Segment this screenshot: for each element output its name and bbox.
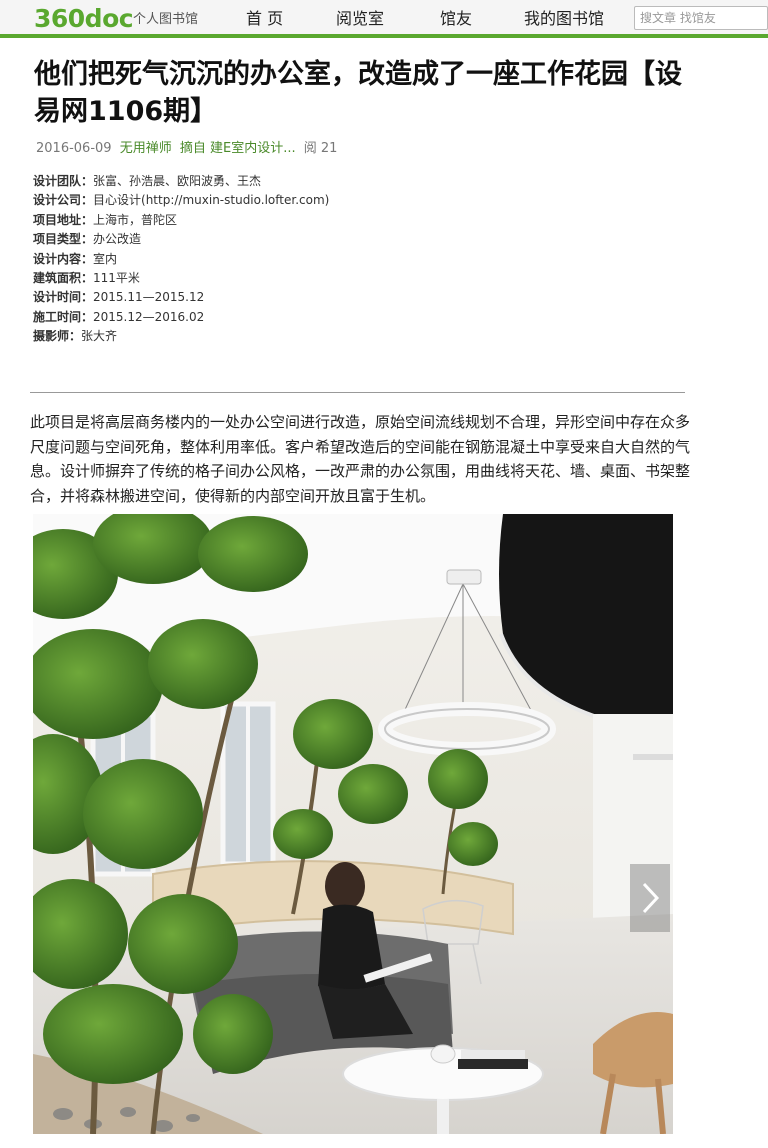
article-paragraph: 此项目是将高层商务楼内的一处办公空间进行改造，原始空间流线规划不合理，异形空间中…: [30, 413, 691, 505]
top-navigation-bar: 360doc 个人图书馆 首 页 阅览室 馆友 我的图书馆: [0, 0, 768, 38]
info-label: 设计公司：: [33, 193, 94, 208]
site-logo[interactable]: 360doc: [34, 5, 134, 33]
nav-my-library[interactable]: 我的图书馆: [524, 9, 604, 29]
article-photo: [33, 514, 673, 1134]
info-row: 施工时间：2015.12—2016.02: [33, 308, 633, 327]
info-row: 摄影师：张大齐: [33, 327, 633, 346]
section-divider: [30, 392, 685, 393]
nav-friends[interactable]: 馆友: [440, 9, 472, 29]
info-value: 2015.12—2016.02: [93, 309, 205, 324]
info-row: 设计团队：张富、孙浩晨、欧阳波勇、王杰: [33, 172, 633, 191]
nav-reading-room[interactable]: 阅览室: [336, 9, 384, 29]
info-row: 项目地址：上海市，普陀区: [33, 211, 633, 230]
info-label: 设计团队：: [33, 174, 94, 188]
search-input[interactable]: [634, 6, 768, 30]
info-label: 摄影师：: [33, 329, 82, 344]
article-date: 2016-06-09: [36, 141, 112, 156]
info-value: 目心设计(http://muxin-studio.lofter.com): [93, 193, 330, 208]
site-logo-subtitle[interactable]: 个人图书馆: [133, 12, 198, 28]
info-value: 张富、孙浩晨、欧阳波勇、王杰: [93, 174, 262, 188]
info-row: 设计公司：目心设计(http://muxin-studio.lofter.com…: [33, 191, 633, 210]
info-label: 设计内容：: [33, 251, 94, 266]
chevron-right-icon: [642, 882, 660, 914]
info-label: 项目类型：: [33, 232, 94, 247]
article-source-link[interactable]: 摘自 建E室内设计...: [180, 141, 296, 156]
article-author-link[interactable]: 无用禅师: [120, 141, 172, 156]
info-row: 设计时间：2015.11—2015.12: [33, 288, 633, 307]
article-read-count: 阅 21: [303, 141, 338, 156]
article-title: 他们把死气沉沉的办公室，改造成了一座工作花园【设易网1106期】: [34, 59, 682, 127]
info-value: 上海市，普陀区: [93, 212, 178, 227]
article-meta: 2016-06-09 无用禅师 摘自 建E室内设计... 阅 21: [36, 140, 341, 158]
next-photo-button[interactable]: [630, 864, 670, 932]
project-info-list: 设计团队：张富、孙浩晨、欧阳波勇、王杰 设计公司：目心设计(http://mux…: [33, 172, 633, 347]
info-label: 设计时间：: [33, 290, 94, 305]
info-label: 项目地址：: [33, 212, 94, 227]
info-label: 建筑面积：: [33, 271, 94, 286]
info-row: 设计内容：室内: [33, 250, 633, 269]
info-value: 111平米: [93, 271, 140, 286]
info-value: 办公改造: [93, 232, 142, 247]
nav-home[interactable]: 首 页: [246, 9, 283, 29]
info-value: 张大齐: [81, 329, 118, 344]
info-value: 室内: [93, 251, 118, 266]
info-row: 项目类型：办公改造: [33, 230, 633, 249]
info-row: 建筑面积：111平米: [33, 269, 633, 288]
info-value: 2015.11—2015.12: [93, 290, 205, 305]
info-label: 施工时间：: [33, 309, 94, 324]
